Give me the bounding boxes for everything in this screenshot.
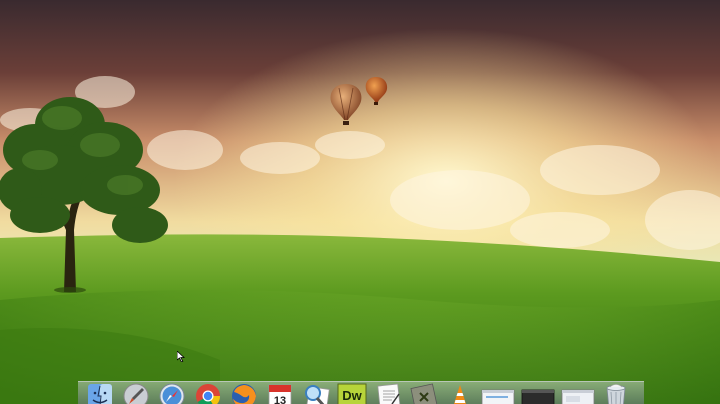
dock: 13 Dw	[78, 381, 644, 404]
mouse-pointer-icon	[177, 351, 185, 362]
document-icon	[377, 383, 401, 404]
script-icon	[410, 383, 438, 404]
chrome-icon	[196, 384, 221, 404]
dock-item-calendar[interactable]: 13	[264, 382, 296, 404]
finder-icon	[88, 384, 112, 404]
desktop: 13 Dw	[0, 0, 720, 404]
dock-item-vlc[interactable]	[444, 382, 476, 404]
window-thumbnail-icon	[521, 389, 555, 404]
desktop-wallpaper	[0, 0, 720, 404]
window-thumbnail-icon	[561, 389, 595, 404]
compass-icon	[159, 383, 185, 404]
dock-item-safari[interactable]	[156, 382, 188, 404]
dock-item-launchpad[interactable]	[120, 382, 152, 404]
dock-item-window-3[interactable]	[560, 382, 596, 404]
preview-icon	[305, 385, 330, 404]
rocket-icon	[123, 383, 149, 404]
dock-item-trash[interactable]	[600, 382, 632, 404]
dock-item-preview[interactable]	[300, 382, 332, 404]
calendar-day: 13	[273, 395, 287, 404]
dock-item-finder[interactable]	[84, 382, 116, 404]
dock-item-script-editor[interactable]	[408, 382, 440, 404]
dock-item-textedit[interactable]	[372, 382, 404, 404]
window-thumbnail-icon	[481, 389, 515, 404]
traffic-cone-icon	[453, 385, 467, 404]
dock-item-window-1[interactable]	[480, 382, 516, 404]
trash-icon	[606, 384, 626, 404]
dock-item-window-2[interactable]	[520, 382, 556, 404]
dock-item-chrome[interactable]	[192, 382, 224, 404]
dreamweaver-label: Dw	[342, 388, 362, 403]
dock-item-firefox[interactable]	[228, 382, 260, 404]
firefox-icon	[232, 384, 256, 404]
dock-item-dreamweaver[interactable]: Dw	[336, 382, 368, 404]
